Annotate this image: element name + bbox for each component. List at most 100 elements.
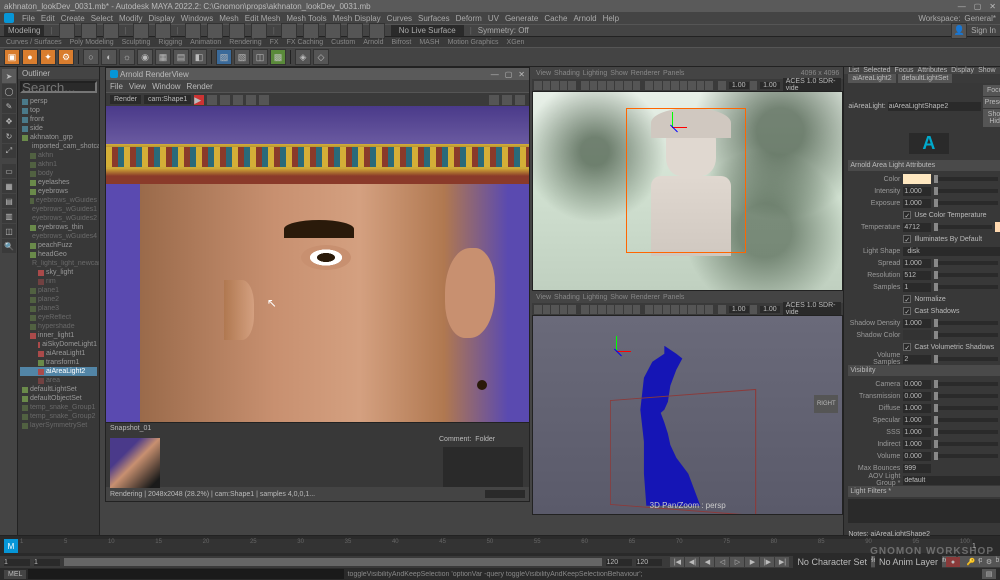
vol-samples-slider[interactable] (934, 357, 998, 361)
workspace-dropdown[interactable]: General* (964, 14, 996, 23)
vp-isolate-icon[interactable] (688, 81, 696, 90)
vp-textured-icon[interactable] (663, 81, 671, 90)
viewport-camera[interactable] (532, 91, 843, 291)
menu-modify[interactable]: Modify (119, 14, 143, 23)
temp-input[interactable] (903, 223, 931, 232)
vp2-grease-icon[interactable] (568, 305, 576, 314)
viewcube[interactable]: RIGHT (814, 395, 838, 413)
move-manipulator[interactable] (657, 112, 687, 142)
outliner-item[interactable]: front (20, 115, 97, 124)
no-live-surface[interactable]: No Live Surface (391, 25, 464, 36)
shelf-rigging[interactable]: Rigging (156, 39, 184, 46)
mel-label[interactable]: MEL (4, 570, 26, 579)
indirect-slider[interactable] (934, 442, 998, 446)
rv-close-icon[interactable]: ✕ (518, 70, 525, 79)
rv-crop-icon[interactable] (220, 95, 230, 105)
renderview-image[interactable] (106, 106, 529, 422)
folder-label[interactable]: Folder (475, 436, 495, 443)
no-char-set-dropdown[interactable]: No Character Set (793, 556, 871, 568)
shelf-light4-icon[interactable]: ◉ (137, 49, 153, 65)
attr-node-name-input[interactable] (888, 102, 981, 111)
outliner-item[interactable]: side (20, 124, 97, 133)
vp2-gate-mask-icon[interactable] (607, 305, 615, 314)
outliner-item[interactable]: area (20, 376, 97, 385)
rv-camera-dropdown[interactable]: cam:Shape1 (144, 95, 191, 104)
vp-xray-joints-icon[interactable] (705, 81, 713, 90)
layout-persp-icon[interactable]: ◫ (2, 224, 16, 238)
symmetry-dropdown[interactable]: Symmetry: Off (478, 26, 529, 35)
vp-bookmark-icon[interactable] (543, 81, 551, 90)
menu-curves[interactable]: Curves (387, 14, 412, 23)
spread-input[interactable] (903, 259, 931, 268)
vp1-menu-view[interactable]: View (536, 70, 551, 77)
rv-menu-file[interactable]: File (110, 82, 123, 91)
vp-xray-icon[interactable] (697, 81, 705, 90)
vp2-menu-lighting[interactable]: Lighting (583, 294, 608, 301)
max-bounces-input[interactable] (903, 464, 931, 473)
light-filters-list[interactable] (848, 499, 1000, 523)
intensity-input[interactable] (903, 187, 931, 196)
outliner-item[interactable]: peachFuzz (20, 241, 97, 250)
shelf-mash[interactable]: MASH (417, 39, 441, 46)
outliner-item[interactable]: eyebrows_wGuides1 (20, 205, 97, 214)
diffuse-input[interactable] (903, 404, 931, 413)
vp-gamma-val[interactable]: 1.00 (760, 82, 780, 89)
vp2-safe-title-icon[interactable] (633, 305, 641, 314)
vp-smooth-icon[interactable] (654, 81, 662, 90)
outliner-tree[interactable]: persptopfrontsideakhnaton_grpimported_ca… (18, 95, 99, 535)
vp2-xray-joints-icon[interactable] (705, 305, 713, 314)
menu-file[interactable]: File (22, 14, 35, 23)
play-end-input[interactable] (606, 559, 632, 566)
color-slider[interactable] (934, 177, 998, 181)
vp-resolution-gate-icon[interactable] (598, 81, 606, 90)
menu-generate[interactable]: Generate (505, 14, 538, 23)
outliner-item[interactable]: akhn1 (20, 160, 97, 169)
vol-samples-input[interactable] (903, 355, 931, 364)
menu-select[interactable]: Select (91, 14, 113, 23)
save-scene-icon[interactable] (103, 23, 119, 39)
outliner-search-input[interactable] (20, 81, 97, 93)
vp1-menu-lighting[interactable]: Lighting (583, 70, 608, 77)
snap-curve-icon[interactable] (303, 23, 319, 39)
vp2-menu-view[interactable]: View (536, 294, 551, 301)
shelf-util1-icon[interactable]: ◈ (295, 49, 311, 65)
attr-section-arnold[interactable]: Arnold Area Light Attributes (848, 160, 1000, 171)
outliner-item[interactable]: hypershade (20, 322, 97, 331)
outliner-item[interactable]: eyelashes (20, 178, 97, 187)
transmission-input[interactable] (903, 392, 931, 401)
aov-input[interactable] (903, 476, 1000, 485)
shelf-custom[interactable]: Custom (329, 39, 357, 46)
attr-tab-1[interactable]: aiAreaLight2 (848, 74, 895, 83)
snapshot-thumbnail[interactable] (110, 438, 160, 488)
rv-menu-render[interactable]: Render (187, 82, 213, 91)
outliner-item[interactable]: eyebrows_thin (20, 223, 97, 232)
select-object-icon[interactable] (251, 23, 267, 39)
outliner-item[interactable]: defaultLightSet (20, 385, 97, 394)
outliner-item[interactable]: plane3 (20, 304, 97, 313)
snap-plane-icon[interactable] (347, 23, 363, 39)
vp-grease-icon[interactable] (568, 81, 576, 90)
attr-menu-display[interactable]: Display (951, 67, 974, 74)
vp2-bookmark-icon[interactable] (543, 305, 551, 314)
spread-slider[interactable] (934, 261, 998, 265)
rv-play-icon[interactable]: ▶ (194, 95, 204, 105)
range-end-input[interactable] (636, 559, 662, 566)
go-start-icon[interactable]: |◀ (670, 557, 684, 567)
outliner-item[interactable]: eyebrows_wGuides4 (20, 232, 97, 241)
menu-mesh[interactable]: Mesh (219, 14, 239, 23)
rv-refresh-icon[interactable] (207, 95, 217, 105)
shelf-bifrost[interactable]: Bifrost (390, 39, 414, 46)
menu-create[interactable]: Create (61, 14, 85, 23)
layout-single-icon[interactable]: ▭ (2, 164, 16, 178)
rv-maximize-icon[interactable]: ▢ (505, 70, 513, 79)
shelf-util2-icon[interactable]: ◇ (313, 49, 329, 65)
rv-log-icon[interactable] (489, 95, 499, 105)
shelf-light2-icon[interactable]: ◐ (101, 49, 117, 65)
shelf-xgen[interactable]: XGen (505, 39, 527, 46)
vp-select-cam-icon[interactable] (534, 81, 542, 90)
vp2-gamma-icon[interactable] (750, 305, 758, 314)
snap-grid-icon[interactable] (281, 23, 297, 39)
outliner-item[interactable]: top (20, 106, 97, 115)
vp2-select-cam-icon[interactable] (534, 305, 542, 314)
attr-menu-selected[interactable]: Selected (863, 67, 890, 74)
